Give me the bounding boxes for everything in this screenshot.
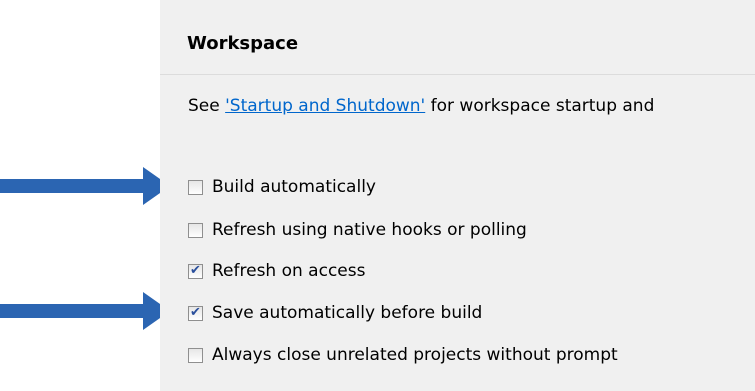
option-label: Save automatically before build	[212, 303, 483, 323]
arrow-right-icon	[0, 292, 170, 330]
option-label: Always close unrelated projects without …	[212, 345, 618, 365]
build-automatically-checkbox[interactable]	[188, 179, 203, 195]
screenshot-stage: Workspace See 'Startup and Shutdown' for…	[0, 0, 755, 391]
build-automatically-option[interactable]: Build automatically	[188, 175, 376, 199]
startup-shutdown-link[interactable]: 'Startup and Shutdown'	[225, 96, 425, 116]
check-icon: ✔	[190, 304, 201, 320]
save-before-build-option[interactable]: ✔ Save automatically before build	[188, 301, 482, 325]
intro-prefix: See	[188, 96, 226, 116]
close-unrelated-projects-option[interactable]: Always close unrelated projects without …	[188, 343, 618, 367]
refresh-native-hooks-checkbox[interactable]	[188, 222, 203, 238]
save-before-build-checkbox[interactable]: ✔	[188, 304, 203, 321]
option-label: Refresh using native hooks or polling	[212, 220, 527, 240]
intro-suffix: for workspace startup and	[425, 96, 655, 116]
check-icon: ✔	[190, 262, 201, 278]
close-unrelated-projects-checkbox[interactable]	[188, 347, 203, 363]
refresh-on-access-checkbox[interactable]: ✔	[188, 262, 203, 279]
refresh-native-hooks-option[interactable]: Refresh using native hooks or polling	[188, 218, 527, 242]
page-title: Workspace	[187, 33, 299, 54]
arrow-right-icon	[0, 167, 170, 205]
option-label: Build automatically	[212, 177, 376, 197]
workspace-preferences-panel: Workspace See 'Startup and Shutdown' for…	[160, 0, 755, 391]
refresh-on-access-option[interactable]: ✔ Refresh on access	[188, 259, 365, 283]
panel-header: Workspace	[160, 0, 755, 75]
option-label: Refresh on access	[212, 261, 366, 281]
intro-text: See 'Startup and Shutdown' for workspace…	[188, 96, 654, 116]
